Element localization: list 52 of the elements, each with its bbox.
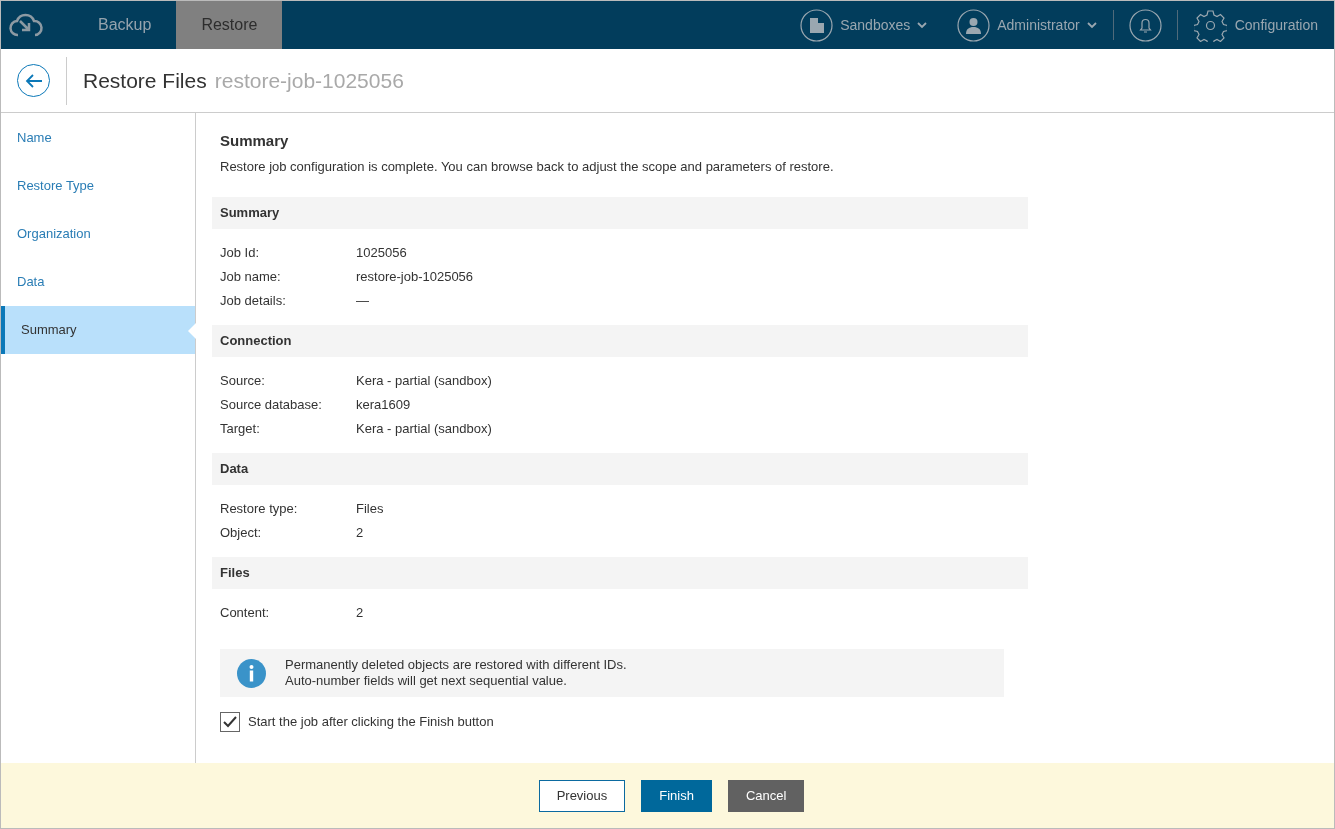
start-job-checkbox[interactable]: [220, 712, 240, 732]
field-label: Source:: [220, 372, 266, 391]
wizard-step[interactable]: Name: [1, 114, 195, 162]
notifications-button[interactable]: [1128, 8, 1162, 42]
field-label: Target:: [220, 420, 261, 439]
field-label: Job Id:: [220, 244, 261, 263]
footer-button[interactable]: Finish: [641, 779, 712, 812]
nav-tab[interactable]: Backup: [73, 1, 177, 49]
footer-button[interactable]: Previous: [538, 779, 626, 812]
field-value: 2: [356, 604, 364, 623]
field-value: Files: [356, 500, 384, 519]
section-header: Files: [212, 557, 1028, 589]
field-label: Source database:: [220, 396, 323, 415]
section-header: Summary: [212, 197, 1028, 229]
field-label: Object:: [220, 524, 263, 543]
nav-menu[interactable]: Administrator: [957, 8, 1097, 42]
user-icon: [957, 8, 991, 42]
field-value: Kera - partial (sandbox): [356, 420, 492, 439]
info-icon: [237, 658, 266, 688]
field-value: 2: [356, 524, 364, 543]
field-label: Job name:: [220, 268, 282, 287]
info-text: Permanently deleted objects are restored with different IDs.: [285, 657, 627, 673]
field-value: restore-job-1025056: [356, 268, 474, 287]
field-value: —: [356, 292, 369, 311]
configuration-button[interactable]: Configuration: [1193, 8, 1318, 42]
arrow-left-icon: [24, 72, 43, 89]
info-text: Auto-number fields will get next sequential value.: [285, 673, 568, 689]
job-name: restore-job-1025056: [214, 67, 404, 94]
field-value: 1025056: [356, 244, 407, 263]
building-icon: [800, 8, 834, 42]
bell-icon: [1128, 8, 1162, 42]
wizard-step[interactable]: Organization: [1, 210, 195, 258]
section-title: Summary: [220, 131, 290, 151]
checkbox-label: Start the job after clicking the Finish button: [248, 713, 494, 732]
page-title: Restore Files: [83, 67, 207, 94]
section-header: Data: [212, 453, 1028, 485]
wizard-step[interactable]: Summary: [1, 306, 195, 354]
settings-icon: [1193, 8, 1227, 42]
field-label: Job details:: [220, 292, 287, 311]
field-value: kera1609: [356, 396, 411, 415]
footer-button[interactable]: Cancel: [727, 779, 805, 812]
nav-menu[interactable]: Sandboxes: [800, 8, 928, 42]
chevron-down-icon: [917, 21, 928, 29]
field-label: Restore type:: [220, 500, 299, 519]
description: Restore job configuration is complete. You can browse back to adjust the scope and parameters of restore.: [220, 157, 835, 176]
field-label: Content:: [220, 604, 271, 623]
chevron-down-icon: [1086, 21, 1097, 29]
nav-tab[interactable]: Restore: [176, 1, 283, 49]
field-value: Kera - partial (sandbox): [356, 372, 492, 391]
wizard-step[interactable]: Restore Type: [1, 162, 195, 210]
section-header: Connection: [212, 325, 1028, 357]
wizard-step[interactable]: Data: [1, 258, 195, 306]
